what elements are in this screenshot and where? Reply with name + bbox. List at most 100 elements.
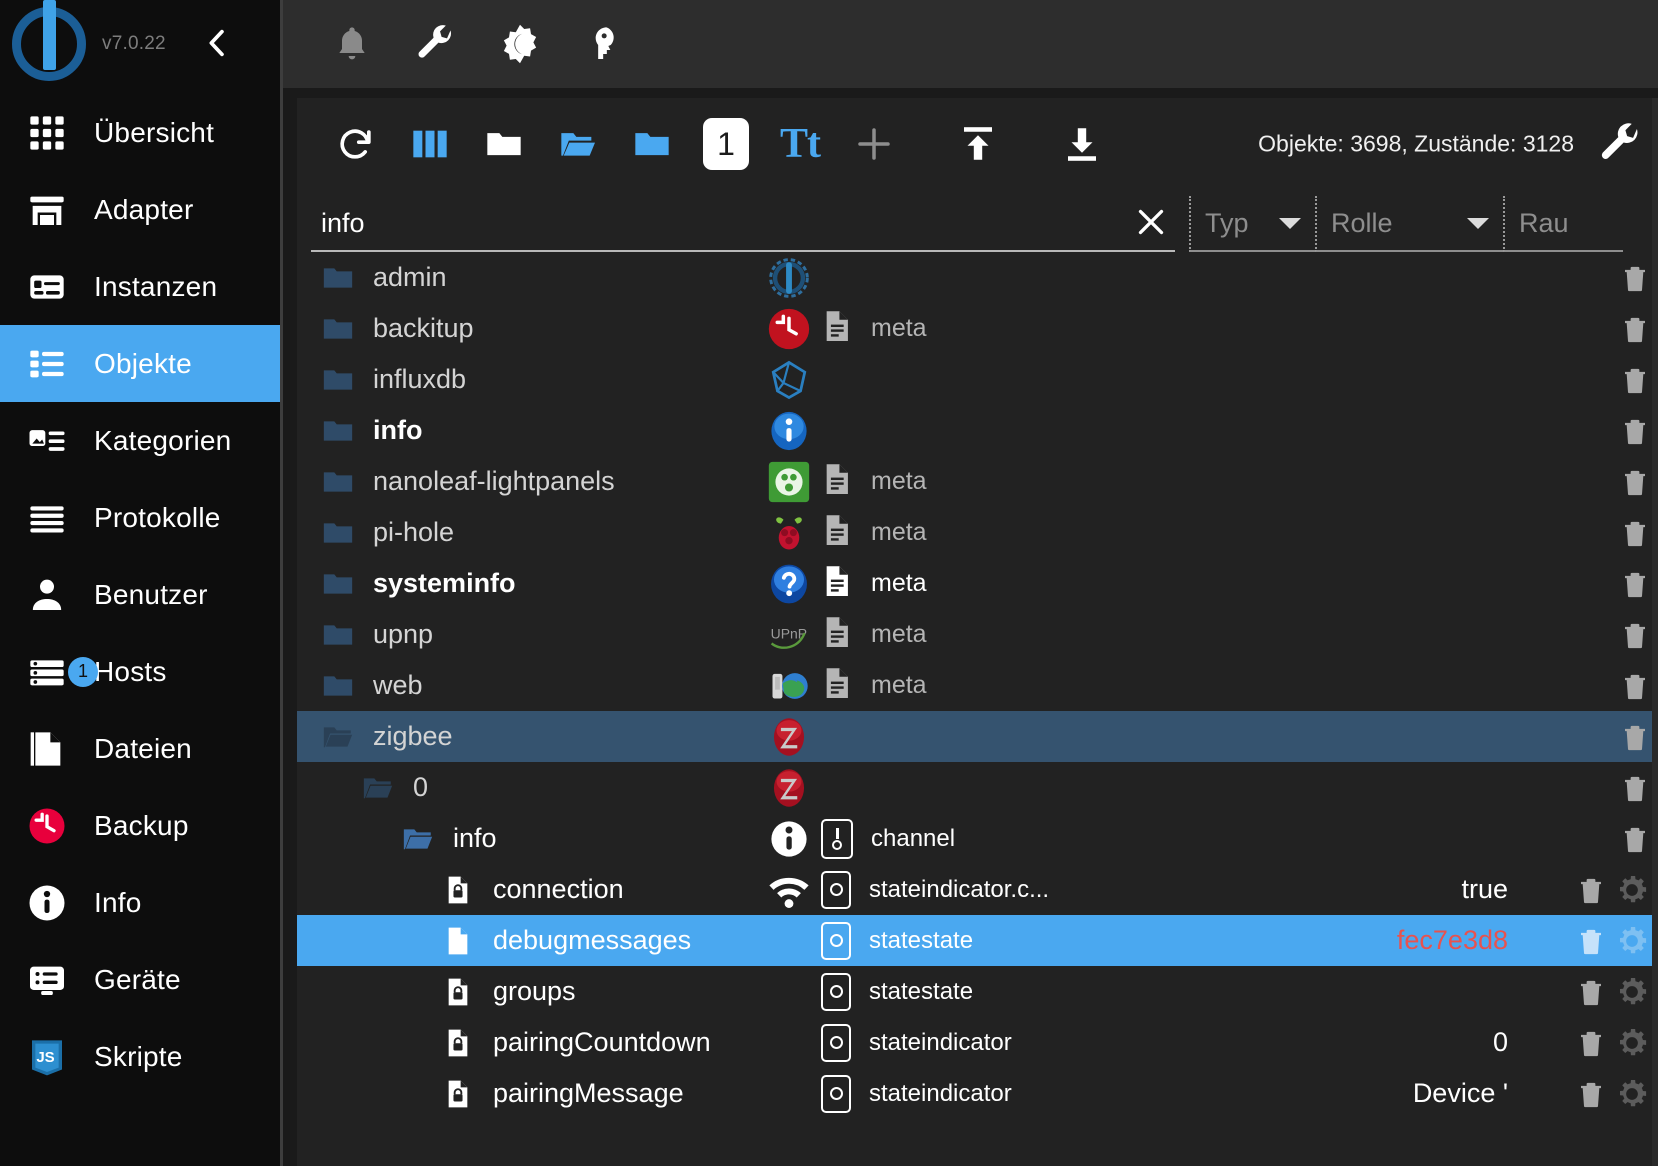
sidebar-item-info[interactable]: Info bbox=[0, 864, 280, 941]
import-icon[interactable] bbox=[941, 107, 1015, 181]
state-lock-icon bbox=[439, 1024, 477, 1062]
delete-icon[interactable] bbox=[1576, 872, 1606, 908]
row-label: info bbox=[373, 415, 423, 445]
hosts-icon: 1 bbox=[26, 651, 98, 693]
table-row[interactable]: debugmessages statestate fec7e3d8 bbox=[297, 915, 1658, 966]
settings-wrench-icon[interactable] bbox=[1598, 121, 1644, 167]
meta-label: meta bbox=[871, 314, 927, 342]
delete-icon[interactable] bbox=[1620, 668, 1650, 704]
meta-document-icon bbox=[821, 612, 855, 657]
folder-open-blue-icon bbox=[399, 820, 437, 858]
refresh-icon[interactable] bbox=[319, 107, 393, 181]
sidebar-collapse-button[interactable] bbox=[200, 26, 234, 60]
row-type-cell: meta bbox=[767, 558, 927, 609]
folder-closed-icon bbox=[319, 667, 357, 705]
delete-icon[interactable] bbox=[1620, 566, 1650, 602]
info-blue-icon bbox=[767, 409, 811, 453]
scrollbar[interactable] bbox=[1652, 98, 1658, 1166]
sidebar-item-ger-te[interactable]: Geräte bbox=[0, 941, 280, 1018]
table-row[interactable]: info channel bbox=[297, 813, 1658, 864]
table-row[interactable]: pairingCountdown stateindicator 0 bbox=[297, 1017, 1658, 1068]
table-row[interactable]: connection stateindicator.c... true bbox=[297, 864, 1658, 915]
sidebar-item-adapter[interactable]: Adapter bbox=[0, 171, 280, 248]
close-x-icon[interactable] bbox=[1133, 204, 1169, 240]
table-row[interactable]: web meta bbox=[297, 660, 1658, 711]
gear-icon[interactable] bbox=[1614, 1076, 1650, 1112]
gear-icon[interactable] bbox=[1614, 1025, 1650, 1061]
js-icon: JS bbox=[26, 1036, 68, 1078]
row-type-cell bbox=[767, 711, 811, 762]
sidebar-item-kategorien[interactable]: Kategorien bbox=[0, 402, 280, 479]
row-actions bbox=[1620, 609, 1650, 660]
object-counts-label: Objekte: 3698, Zustände: 3128 bbox=[1258, 130, 1574, 157]
delete-icon[interactable] bbox=[1576, 923, 1606, 959]
expert-head-icon[interactable] bbox=[581, 21, 627, 67]
wifi-icon bbox=[767, 868, 811, 912]
sidebar-item-instanzen[interactable]: Instanzen bbox=[0, 248, 280, 325]
row-actions bbox=[1620, 660, 1650, 711]
table-row[interactable]: pairingMessage stateindicator Device ' bbox=[297, 1068, 1658, 1119]
table-row[interactable]: admin bbox=[297, 252, 1658, 303]
gear-icon[interactable] bbox=[1614, 974, 1650, 1010]
sidebar: v7.0.22 Übersicht Adapter Instanzen Objekte… bbox=[0, 0, 280, 1166]
row-value-cell: fec7e3d8 bbox=[1248, 915, 1508, 966]
delete-icon[interactable] bbox=[1620, 311, 1650, 347]
sidebar-item-skripte[interactable]: JS Skripte bbox=[0, 1018, 280, 1095]
text-size-icon[interactable]: Tt bbox=[763, 107, 837, 181]
delete-icon[interactable] bbox=[1620, 617, 1650, 653]
table-row[interactable]: backitup meta bbox=[297, 303, 1658, 354]
delete-icon[interactable] bbox=[1620, 770, 1650, 806]
bell-icon[interactable] bbox=[329, 21, 375, 67]
table-row[interactable]: 0 bbox=[297, 762, 1658, 813]
sidebar-item-backup[interactable]: Backup bbox=[0, 787, 280, 864]
table-row[interactable]: zigbee bbox=[297, 711, 1658, 762]
sidebar-item--bersicht[interactable]: Übersicht bbox=[0, 94, 280, 171]
sidebar-item-hosts[interactable]: 1 Hosts bbox=[0, 633, 280, 710]
export-icon[interactable] bbox=[1045, 107, 1119, 181]
delete-icon[interactable] bbox=[1620, 719, 1650, 755]
table-row[interactable]: influxdb bbox=[297, 354, 1658, 405]
table-row[interactable]: upnp UPnP meta bbox=[297, 609, 1658, 660]
meta-label: meta bbox=[871, 467, 927, 495]
filter-raum-select[interactable]: Rau bbox=[1503, 196, 1623, 252]
filter-rolle-select[interactable]: Rolle bbox=[1315, 196, 1503, 252]
row-name-cell: admin bbox=[297, 252, 447, 303]
delete-icon[interactable] bbox=[1576, 974, 1606, 1010]
sidebar-item-objekte[interactable]: Objekte bbox=[0, 325, 280, 402]
table-row[interactable]: info bbox=[297, 405, 1658, 456]
nanoleaf-icon bbox=[767, 460, 811, 504]
delete-icon[interactable] bbox=[1620, 464, 1650, 500]
expand-all-folder-icon[interactable] bbox=[541, 107, 615, 181]
sidebar-item-dateien[interactable]: Dateien bbox=[0, 710, 280, 787]
table-row[interactable]: systeminfo meta bbox=[297, 558, 1658, 609]
collapse-folder-icon[interactable] bbox=[615, 107, 689, 181]
table-row[interactable]: nanoleaf-lightpanels meta bbox=[297, 456, 1658, 507]
filter-typ-select[interactable]: Typ bbox=[1189, 196, 1315, 252]
add-icon[interactable] bbox=[837, 107, 911, 181]
search-input[interactable] bbox=[311, 207, 1111, 239]
brightness-moon-icon[interactable] bbox=[497, 21, 543, 67]
value-label: Device ' bbox=[1412, 1078, 1508, 1108]
table-row[interactable]: pi-hole meta bbox=[297, 507, 1658, 558]
upnp-icon: UPnP bbox=[767, 613, 811, 657]
delete-icon[interactable] bbox=[1576, 1025, 1606, 1061]
columns-icon[interactable] bbox=[393, 107, 467, 181]
table-row[interactable]: groups statestate bbox=[297, 966, 1658, 1017]
collapse-all-folder-icon[interactable] bbox=[467, 107, 541, 181]
delete-icon[interactable] bbox=[1620, 362, 1650, 398]
sidebar-item-protokolle[interactable]: Protokolle bbox=[0, 479, 280, 556]
delete-icon[interactable] bbox=[1620, 260, 1650, 296]
sidebar-item-benutzer[interactable]: Benutzer bbox=[0, 556, 280, 633]
wrench-icon[interactable] bbox=[413, 21, 459, 67]
gear-icon[interactable] bbox=[1614, 923, 1650, 959]
gear-icon[interactable] bbox=[1614, 872, 1650, 908]
delete-icon[interactable] bbox=[1620, 821, 1650, 857]
delete-icon[interactable] bbox=[1620, 515, 1650, 551]
delete-icon[interactable] bbox=[1576, 1076, 1606, 1112]
delete-icon[interactable] bbox=[1620, 413, 1650, 449]
folder-closed-icon bbox=[319, 514, 357, 552]
state-circle-icon bbox=[821, 972, 851, 1011]
sidebar-item-label: Skripte bbox=[94, 1040, 183, 1072]
row-name-cell: backitup bbox=[297, 303, 474, 354]
depth-one-icon[interactable]: 1 bbox=[689, 107, 763, 181]
